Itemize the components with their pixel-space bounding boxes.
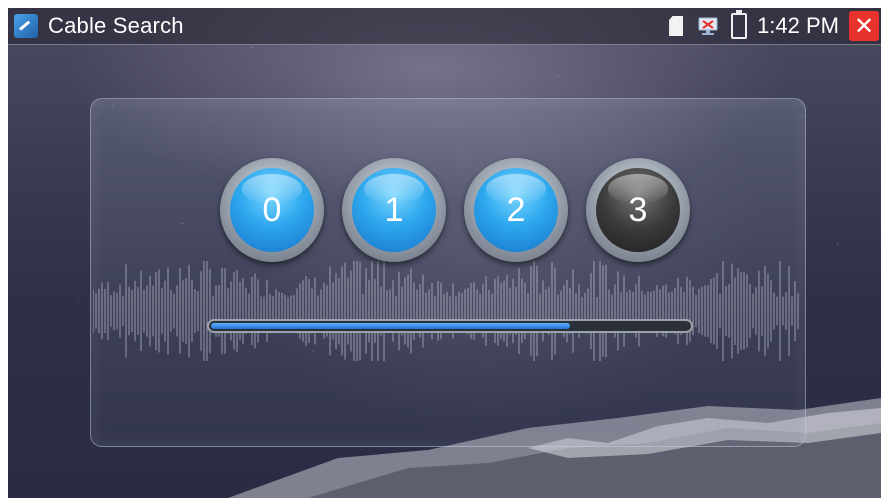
counter-face: 3 <box>596 168 680 252</box>
cable-search-app-icon <box>14 14 38 38</box>
counter-label: 2 <box>506 190 526 229</box>
waveform-graphic <box>93 261 799 361</box>
counter-button-1[interactable]: 1 <box>342 158 446 262</box>
counter-face: 0 <box>230 168 314 252</box>
status-icons: 1:42 PM ✕ <box>669 8 881 44</box>
counter-button-3[interactable]: 3 <box>586 158 690 262</box>
battery-icon <box>731 10 748 39</box>
app-screen: Cable Search 1:42 PM ✕ 0 1 2 3 <box>8 8 881 498</box>
counter-button-2[interactable]: 2 <box>464 158 568 262</box>
counter-button-0[interactable]: 0 <box>220 158 324 262</box>
sd-card-icon <box>669 16 684 36</box>
status-bar: Cable Search 1:42 PM ✕ <box>8 8 881 45</box>
counter-label: 0 <box>262 190 282 229</box>
counter-buttons: 0 1 2 3 <box>220 158 690 262</box>
counter-label: 1 <box>384 190 404 229</box>
network-icon <box>698 17 718 35</box>
close-icon: ✕ <box>853 12 875 40</box>
progress-fill <box>211 323 570 329</box>
clock: 1:42 PM <box>757 13 839 38</box>
search-progress-bar <box>207 319 693 333</box>
counter-face: 2 <box>474 168 558 252</box>
app-title: Cable Search <box>48 13 184 38</box>
counter-label: 3 <box>628 190 648 229</box>
close-button[interactable]: ✕ <box>849 11 879 41</box>
counter-face: 1 <box>352 168 436 252</box>
